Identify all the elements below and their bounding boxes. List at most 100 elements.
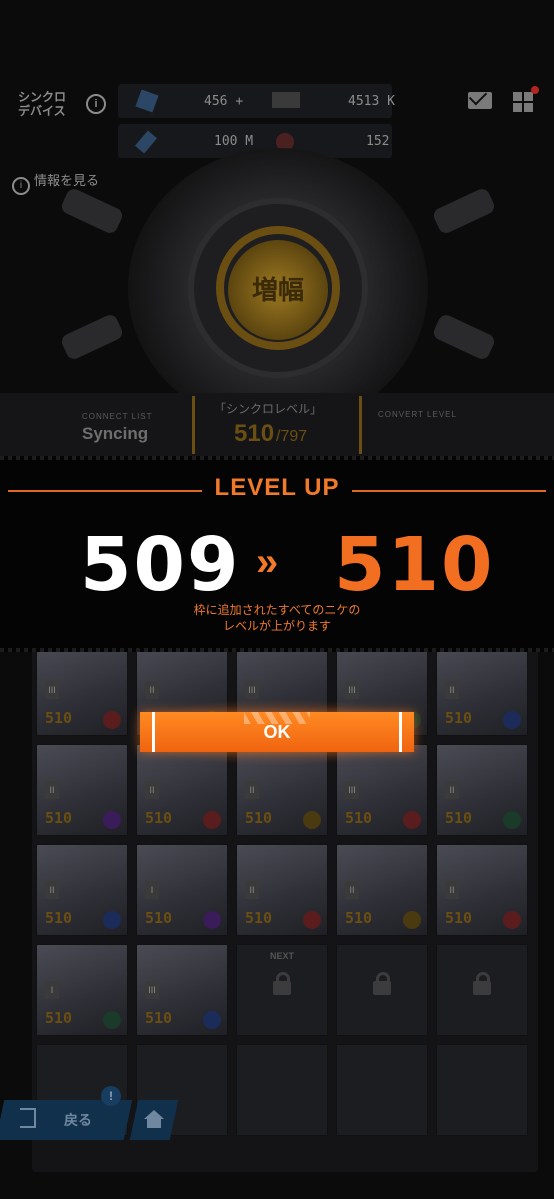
element-icon — [303, 911, 321, 929]
convert-level-label: CONVERT LEVEL — [378, 410, 457, 419]
character-level: 510 — [145, 1009, 173, 1027]
device-arm — [431, 186, 497, 236]
rank-badge: II — [45, 781, 59, 799]
element-icon — [503, 911, 521, 929]
locked-slot[interactable] — [436, 1044, 528, 1136]
crystal-value: 456 — [204, 94, 228, 109]
battle-data-value: 100 M — [214, 134, 254, 149]
locked-slot[interactable] — [336, 1044, 428, 1136]
character-level: 510 — [345, 809, 373, 827]
lock-icon — [373, 972, 391, 995]
character-level: 510 — [445, 709, 473, 727]
rank-badge: II — [245, 881, 259, 899]
info-icon[interactable]: i — [86, 94, 106, 114]
character-level: 510 — [145, 909, 173, 927]
character-card[interactable]: II 510 — [436, 744, 528, 836]
sync-level-label: 「シンクロレベル」 — [214, 402, 323, 416]
character-level: 510 — [345, 909, 373, 927]
new-level: 510 — [334, 522, 495, 608]
lock-icon — [273, 972, 291, 995]
element-icon — [503, 711, 521, 729]
element-icon — [403, 911, 421, 929]
mail-icon[interactable] — [468, 92, 492, 109]
rank-badge: II — [445, 881, 459, 899]
element-icon — [203, 911, 221, 929]
element-icon — [203, 811, 221, 829]
character-level: 510 — [245, 809, 273, 827]
character-card[interactable]: II 510 — [336, 844, 428, 936]
core-dust-value: 152 — [366, 134, 390, 149]
amplify-button[interactable]: 増幅 — [228, 240, 328, 340]
locked-slot[interactable] — [236, 1044, 328, 1136]
rank-badge: III — [45, 681, 59, 699]
rank-badge: II — [445, 681, 459, 699]
ok-label: OK — [263, 722, 291, 742]
device-arm — [431, 312, 497, 362]
character-level: 510 — [445, 809, 473, 827]
level-up-description: 枠に追加されたすべてのニケの レベルが上がります — [193, 603, 361, 633]
element-icon — [103, 711, 121, 729]
level-arrow-icon: » — [256, 540, 279, 584]
character-level: 510 — [145, 809, 173, 827]
character-level: 510 — [45, 809, 73, 827]
rank-badge: I — [45, 981, 59, 999]
character-card[interactable]: III 510 — [36, 644, 128, 736]
character-card[interactable]: II 510 — [36, 744, 128, 836]
sync-device: 増幅 — [59, 148, 497, 428]
rank-badge: II — [145, 681, 159, 699]
rank-badge: III — [245, 681, 259, 699]
screen-title: シンクロ デバイス — [18, 90, 67, 118]
element-icon — [203, 1011, 221, 1029]
rank-badge: II — [145, 781, 159, 799]
character-card[interactable]: I 510 — [36, 944, 128, 1036]
credit-icon — [272, 92, 300, 108]
character-level: 510 — [45, 909, 73, 927]
element-icon — [303, 811, 321, 829]
character-card[interactable]: II 510 — [436, 644, 528, 736]
credit-value: 4513 K — [348, 94, 395, 109]
grid-menu-icon[interactable] — [513, 92, 533, 112]
character-card[interactable]: I 510 — [136, 844, 228, 936]
connect-list-label: CONNECT LIST — [82, 412, 153, 421]
character-level: 510 — [245, 909, 273, 927]
lock-icon — [473, 972, 491, 995]
locked-slot[interactable] — [336, 944, 428, 1036]
element-icon — [403, 811, 421, 829]
element-icon — [103, 811, 121, 829]
character-card[interactable]: III 510 — [136, 944, 228, 1036]
info-link[interactable]: i 情報を見る — [12, 170, 99, 195]
locked-slot[interactable] — [436, 944, 528, 1036]
back-label: 戻る — [64, 1112, 92, 1128]
notification-dot — [531, 86, 539, 94]
rank-badge: I — [145, 881, 159, 899]
info-icon: i — [12, 177, 30, 195]
level-up-title: LEVEL UP — [214, 474, 340, 501]
rank-badge: II — [45, 881, 59, 899]
rank-badge: II — [445, 781, 459, 799]
device-arm — [59, 312, 125, 362]
element-icon — [503, 811, 521, 829]
rank-badge: III — [345, 681, 359, 699]
connect-list-value: Syncing — [82, 424, 149, 443]
character-level: 510 — [45, 709, 73, 727]
exit-icon — [20, 1108, 36, 1128]
old-level: 509 — [80, 522, 241, 608]
character-card[interactable]: II 510 — [436, 844, 528, 936]
sync-level-value: 510 — [234, 420, 275, 447]
rank-badge: III — [345, 781, 359, 799]
element-icon — [103, 911, 121, 929]
alert-badge: ! — [101, 1086, 121, 1106]
next-slot-label: NEXT — [269, 951, 294, 961]
add-crystal-button[interactable]: + — [235, 94, 243, 109]
character-level: 510 — [445, 909, 473, 927]
character-card[interactable]: II 510 — [236, 844, 328, 936]
ok-button[interactable]: OK — [140, 712, 414, 752]
home-icon — [144, 1110, 164, 1119]
rank-badge: III — [145, 981, 159, 999]
locked-slot[interactable]: NEXT — [236, 944, 328, 1036]
element-icon — [103, 1011, 121, 1029]
character-card[interactable]: II 510 — [36, 844, 128, 936]
rank-badge: II — [245, 781, 259, 799]
character-level: 510 — [45, 1009, 73, 1027]
sync-level-max: /797 — [276, 428, 308, 445]
